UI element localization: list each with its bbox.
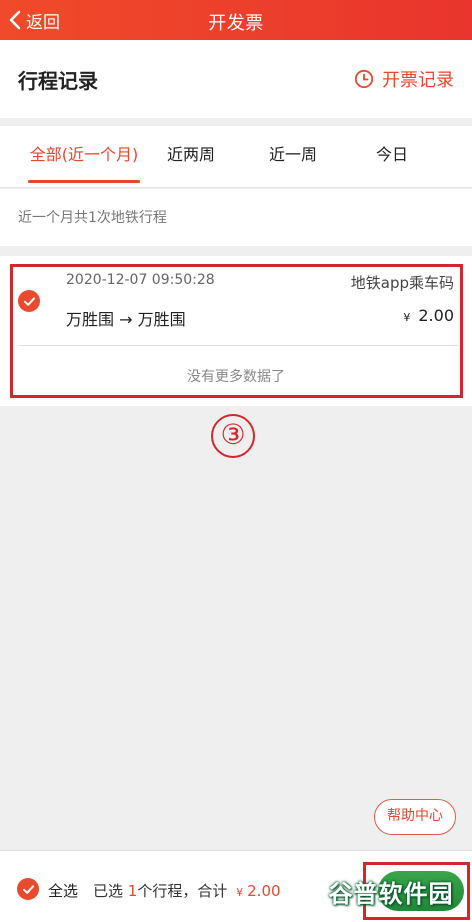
check-icon — [22, 884, 34, 894]
tab-today[interactable]: 今日 — [370, 141, 414, 165]
tab-all-month[interactable]: 全部(近一个月) — [28, 141, 140, 165]
watermark: 谷普软件园 — [328, 879, 454, 908]
trip-record-header: 行程记录 开票记录 — [0, 40, 472, 118]
tab-two-weeks[interactable]: 近两周 — [160, 141, 222, 165]
selected-total: 2.00 — [247, 882, 281, 900]
section-title: 行程记录 — [18, 69, 98, 93]
top-bar: 返回 开发票 — [0, 0, 472, 40]
select-all-checkbox[interactable] — [17, 878, 39, 900]
active-tab-indicator — [28, 180, 140, 183]
select-all-label[interactable]: 全选 — [48, 880, 78, 901]
annotation-highlight-box — [10, 264, 463, 398]
invoice-record-label: 开票记录 — [382, 70, 454, 91]
page-title: 开发票 — [208, 13, 264, 34]
summary-text: 近一个月共1次地铁行程 — [18, 210, 167, 226]
tab-one-week[interactable]: 近一周 — [262, 141, 324, 165]
period-tabs: 全部(近一个月) 近两周 近一周 今日 — [0, 126, 472, 188]
selected-count: 1 — [127, 882, 138, 900]
selected-prefix: 已选 — [93, 882, 124, 900]
step-marker: ③ — [211, 414, 255, 458]
currency-symbol: ¥ — [236, 886, 244, 899]
selected-summary: 已选 1个行程，合计 ¥2.00 — [93, 880, 281, 901]
help-center-button[interactable]: 帮助中心 — [374, 799, 456, 835]
invoice-record-link[interactable]: 开票记录 — [354, 66, 454, 92]
selected-suffix: 个行程，合计 — [137, 882, 228, 900]
trip-summary: 近一个月共1次地铁行程 — [0, 189, 472, 246]
clock-icon — [354, 69, 374, 89]
